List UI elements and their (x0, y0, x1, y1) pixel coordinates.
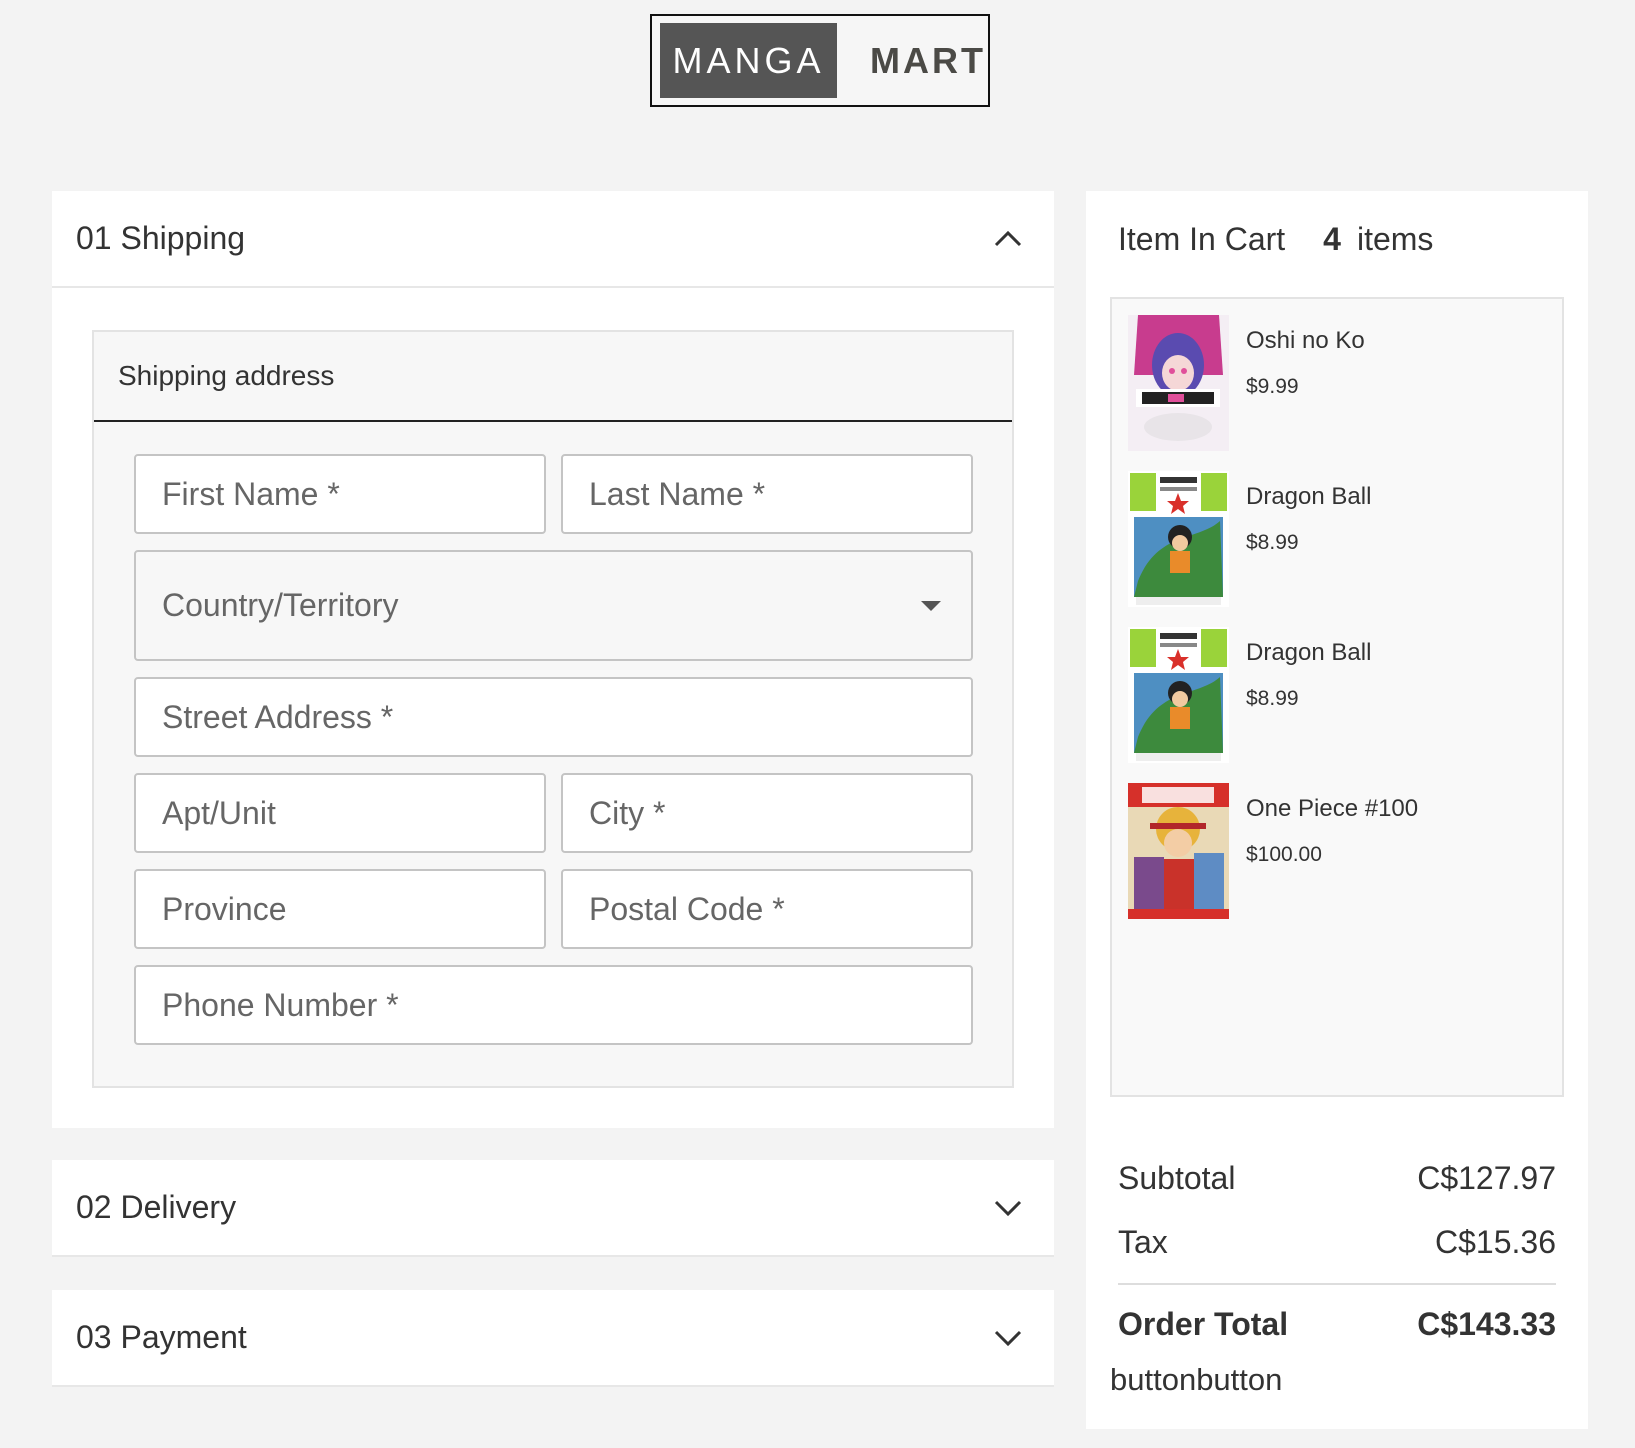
cart-summary: Item In Cart 4 items Oshi no Ko $9.99 Dr… (1086, 191, 1588, 1429)
cart-item-price: $8.99 (1246, 531, 1299, 554)
cart-item-name: Dragon Ball (1246, 483, 1372, 510)
product-cover-image (1128, 783, 1229, 919)
chevron-up-icon[interactable] (992, 223, 1024, 255)
cart-title: Item In Cart (1118, 221, 1286, 257)
chevron-down-icon[interactable] (992, 1192, 1024, 1224)
order-total-row: Order Total C$143.33 (1118, 1306, 1556, 1343)
postal-code-field[interactable]: Postal Code * (561, 869, 973, 949)
order-total-value: C$143.33 (1417, 1306, 1556, 1342)
delivery-section-title: 02 Delivery (76, 1189, 237, 1225)
street-address-field[interactable]: Street Address * (134, 677, 973, 757)
cart-item-price: $8.99 (1246, 687, 1299, 710)
city-field[interactable]: City * (561, 773, 973, 853)
tax-label: Tax (1118, 1224, 1168, 1260)
subtotal-label: Subtotal (1118, 1160, 1236, 1196)
chevron-down-icon[interactable] (992, 1322, 1024, 1354)
tax-value: C$15.36 (1435, 1224, 1556, 1260)
brand-logo[interactable]: MANGA MART (650, 14, 990, 107)
country-select[interactable]: Country/Territory (134, 550, 973, 661)
cart-item-price: $100.00 (1246, 843, 1322, 866)
tax-row: Tax C$15.36 (1118, 1224, 1556, 1261)
apt-unit-placeholder: Apt/Unit (162, 794, 276, 831)
totals-divider (1118, 1283, 1556, 1285)
payment-section: 03 Payment (52, 1290, 1054, 1387)
first-name-placeholder: First Name * (162, 475, 340, 512)
shipping-section-title: 01 Shipping (76, 220, 246, 256)
product-cover-image (1128, 627, 1229, 763)
caret-down-icon (921, 600, 941, 611)
brand-logo-right: MART (870, 39, 986, 81)
cart-item-price: $9.99 (1246, 375, 1299, 398)
brand-logo-left: MANGA (660, 23, 837, 98)
street-address-placeholder: Street Address * (162, 698, 394, 735)
last-name-field[interactable]: Last Name * (561, 454, 973, 534)
city-placeholder: City * (589, 794, 666, 831)
subtotal-value: C$127.97 (1417, 1160, 1556, 1196)
cart-item[interactable]: Dragon Ball $8.99 (1128, 471, 1548, 611)
postal-code-placeholder: Postal Code * (589, 890, 785, 927)
cart-item-count: 4 (1323, 221, 1341, 257)
cart-item-count-label: items (1356, 221, 1434, 257)
phone-number-placeholder: Phone Number * (162, 986, 399, 1023)
phone-number-field[interactable]: Phone Number * (134, 965, 973, 1045)
delivery-section-header[interactable]: 02 Delivery (52, 1160, 1054, 1257)
shipping-section-header[interactable]: 01 Shipping (52, 191, 1054, 288)
province-placeholder: Province (162, 890, 287, 927)
country-select-value: Country/Territory (162, 587, 399, 623)
subtotal-row: Subtotal C$127.97 (1118, 1160, 1556, 1197)
last-name-placeholder: Last Name * (589, 475, 766, 512)
cart-item-name: One Piece #100 (1246, 795, 1419, 822)
product-cover-image (1128, 471, 1229, 607)
product-cover-image (1128, 315, 1229, 451)
cart-title-row: Item In Cart 4 items (1118, 221, 1433, 258)
payment-section-title: 03 Payment (76, 1319, 247, 1355)
apt-unit-field[interactable]: Apt/Unit (134, 773, 546, 853)
payment-section-header[interactable]: 03 Payment (52, 1290, 1054, 1387)
shipping-address-form: Shipping address First Name * Last Name … (92, 330, 1014, 1088)
cart-item-name: Oshi no Ko (1246, 327, 1365, 354)
shipping-address-title: Shipping address (94, 332, 1012, 422)
province-field[interactable]: Province (134, 869, 546, 949)
shipping-section: 01 Shipping Shipping address First Name … (52, 191, 1054, 1128)
cart-item[interactable]: Oshi no Ko $9.99 (1128, 315, 1548, 455)
cart-item-list: Oshi no Ko $9.99 Dragon Ball $8.99 Drago… (1110, 297, 1564, 1097)
delivery-section: 02 Delivery (52, 1160, 1054, 1257)
cart-item-name: Dragon Ball (1246, 639, 1372, 666)
cart-item[interactable]: Dragon Ball $8.99 (1128, 627, 1548, 767)
cart-item[interactable]: One Piece #100 $100.00 (1128, 783, 1548, 923)
first-name-field[interactable]: First Name * (134, 454, 546, 534)
cart-action-buttons[interactable]: buttonbutton (1110, 1362, 1282, 1398)
order-total-label: Order Total (1118, 1306, 1289, 1342)
